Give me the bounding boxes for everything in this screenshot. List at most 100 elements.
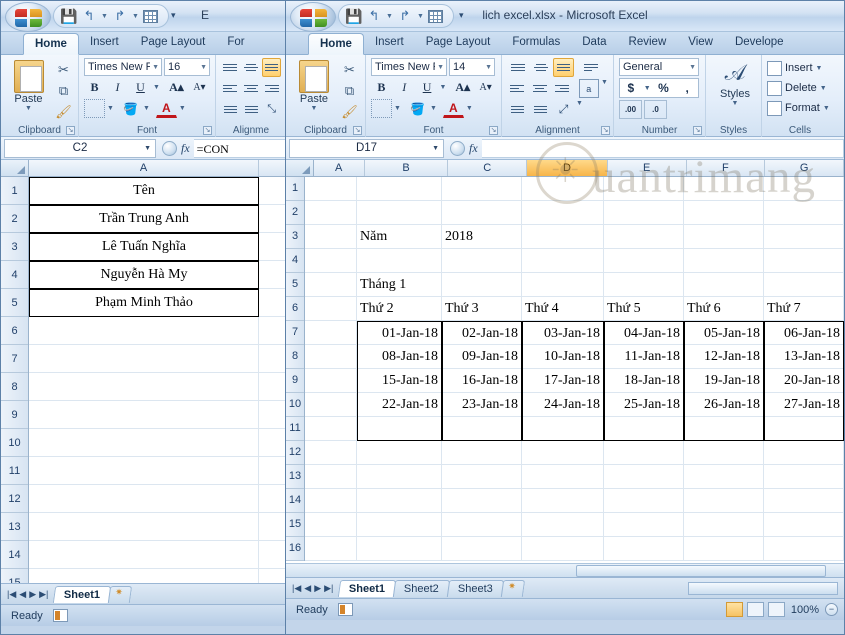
grid-cell[interactable] [604, 465, 684, 489]
grid-cell[interactable] [522, 177, 604, 201]
grid-cell[interactable] [305, 225, 357, 249]
fill-color-icon[interactable]: 🪣 [120, 99, 141, 118]
row-headers-right[interactable]: 1 2 3 4 5 6 7 8 9 10 11 12 13 14 15 16 [286, 177, 305, 561]
grid-cell[interactable] [442, 489, 522, 513]
grid-cell[interactable] [604, 201, 684, 225]
table-row[interactable] [305, 513, 844, 537]
row-header[interactable]: 11 [1, 457, 28, 485]
table-row[interactable] [305, 201, 844, 225]
sheet-tab-sheet2-right[interactable]: Sheet2 [393, 579, 451, 597]
grid-cell[interactable] [522, 441, 604, 465]
grid-cell[interactable] [305, 393, 357, 417]
table-row[interactable] [305, 489, 844, 513]
grid-cell[interactable] [764, 417, 844, 441]
row-header[interactable]: 11 [286, 417, 304, 441]
next-sheet-icon[interactable]: ▶ [314, 583, 321, 594]
grid-cell[interactable] [604, 441, 684, 465]
column-header-b[interactable]: B [365, 160, 449, 176]
row-header[interactable]: 13 [286, 465, 304, 489]
table-row[interactable]: 08-Jan-18 09-Jan-18 10-Jan-18 11-Jan-18 12-J… [305, 345, 844, 369]
sheet-tab-sheet3-right[interactable]: Sheet3 [447, 579, 505, 597]
align-bottom-icon[interactable] [262, 58, 281, 77]
formula-input-left[interactable]: =CON [193, 138, 287, 158]
grid-cell[interactable] [29, 513, 259, 541]
first-sheet-icon[interactable]: |◀ [292, 583, 301, 594]
grid-cell[interactable] [357, 513, 442, 537]
table-row[interactable] [29, 569, 287, 583]
grid-cell[interactable] [357, 489, 442, 513]
chevron-down-icon[interactable]: ▼ [483, 64, 492, 71]
underline-button-left[interactable]: U [130, 78, 151, 97]
row-header[interactable]: 14 [1, 541, 28, 569]
grid-cell[interactable]: 03-Jan-18 [522, 321, 604, 345]
grid-cell[interactable] [442, 273, 522, 297]
table-row[interactable] [29, 485, 287, 513]
align-top-icon[interactable] [507, 58, 528, 77]
grid-cell[interactable] [259, 205, 287, 233]
normal-view-icon[interactable] [725, 602, 743, 617]
grid-cell[interactable] [684, 513, 764, 537]
row-headers-left[interactable]: 1 2 3 4 5 6 7 8 9 10 11 12 13 14 15 [1, 177, 29, 583]
grid-cell[interactable]: 23-Jan-18 [442, 393, 522, 417]
tab-insert-right[interactable]: Insert [364, 32, 415, 54]
excel-window-right[interactable]: 💾 ↰ ▼ ↱ ▼ ▾ lich excel.xlsx - Microsoft … [285, 0, 845, 635]
format-dropdown-icon[interactable]: ▼ [823, 105, 830, 112]
row-header[interactable]: 6 [286, 297, 304, 321]
decrease-decimal-icon[interactable]: .0 [644, 100, 667, 119]
fx-icon[interactable]: fx [181, 141, 190, 156]
grid-cell[interactable] [259, 541, 287, 569]
column-header-a[interactable]: A [314, 160, 365, 176]
grid-cell[interactable]: 17-Jan-18 [522, 369, 604, 393]
grid-cell[interactable] [764, 441, 844, 465]
table-icon[interactable] [142, 7, 160, 25]
column-header-f[interactable]: F [687, 160, 766, 176]
grid-cell[interactable] [305, 273, 357, 297]
grid-cell[interactable] [29, 429, 259, 457]
grow-font-icon[interactable]: A▴ [166, 78, 187, 97]
tab-page-layout-left[interactable]: Page Layout [130, 32, 217, 54]
grid-cell[interactable] [442, 417, 522, 441]
grid-cell[interactable] [684, 225, 764, 249]
cut-icon[interactable]: ✂ [54, 61, 73, 79]
grid-cell[interactable]: 22-Jan-18 [357, 393, 442, 417]
currency-dropdown-icon[interactable]: ▼ [644, 85, 651, 92]
font-dialog-launcher-right[interactable]: ↘ [489, 126, 498, 135]
align-middle-icon[interactable] [530, 58, 551, 77]
row-header[interactable]: 2 [1, 205, 28, 233]
grid-cell[interactable] [305, 417, 357, 441]
row-header[interactable]: 5 [1, 289, 28, 317]
name-box-dropdown-icon[interactable]: ▼ [144, 145, 151, 152]
borders-dropdown-icon[interactable]: ▼ [394, 105, 401, 112]
grid-cell[interactable] [259, 457, 287, 485]
table-row[interactable] [29, 541, 287, 569]
fill-color-dropdown-icon[interactable]: ▼ [430, 105, 437, 112]
paste-dropdown-icon[interactable]: ▼ [6, 105, 51, 112]
spreadsheet-grid-right[interactable]: ABCDEFG 1 2 3 4 5 6 7 8 9 10 11 12 13 14 15 16 Năm 2018 T… [286, 160, 844, 563]
grid-cell[interactable] [684, 249, 764, 273]
table-row[interactable]: Tháng 1 [305, 273, 844, 297]
row-header[interactable]: 3 [286, 225, 304, 249]
chevron-down-icon[interactable]: ▼ [435, 64, 444, 71]
grid-cell[interactable] [305, 345, 357, 369]
grid-cell[interactable] [764, 249, 844, 273]
grid-cell[interactable]: 26-Jan-18 [684, 393, 764, 417]
grid-cell[interactable] [357, 537, 442, 561]
ribbon-left[interactable]: Paste ▼ ✂ ⧉ 🖌 Clipboard ↘ Times New R( [1, 55, 287, 137]
grid-cell[interactable]: 15-Jan-18 [357, 369, 442, 393]
grid-cell[interactable] [764, 273, 844, 297]
grid-cell[interactable] [684, 177, 764, 201]
spreadsheet-grid-left[interactable]: A 1 2 3 4 5 6 7 8 9 10 11 12 13 14 15 Tên Trần Trung An… [1, 160, 287, 583]
wrap-text-icon[interactable] [580, 58, 601, 77]
zoom-level[interactable]: 100% [789, 604, 821, 616]
paste-button-right[interactable]: Paste ▼ [291, 58, 337, 121]
paintbrush-icon[interactable]: 🖌 [340, 103, 359, 121]
chevron-down-icon[interactable]: ▼ [198, 64, 207, 71]
table-row[interactable] [29, 373, 287, 401]
increase-decimal-icon[interactable]: .00 [619, 100, 642, 119]
formula-bar-right[interactable]: D17 ▼ fx [286, 137, 844, 160]
grid-cell[interactable]: Trần Trung Anh [29, 205, 259, 233]
formula-input-right[interactable] [481, 138, 844, 158]
insert-worksheet-icon[interactable] [501, 579, 526, 597]
grid-cell[interactable] [29, 541, 259, 569]
grid-cell[interactable] [357, 249, 442, 273]
